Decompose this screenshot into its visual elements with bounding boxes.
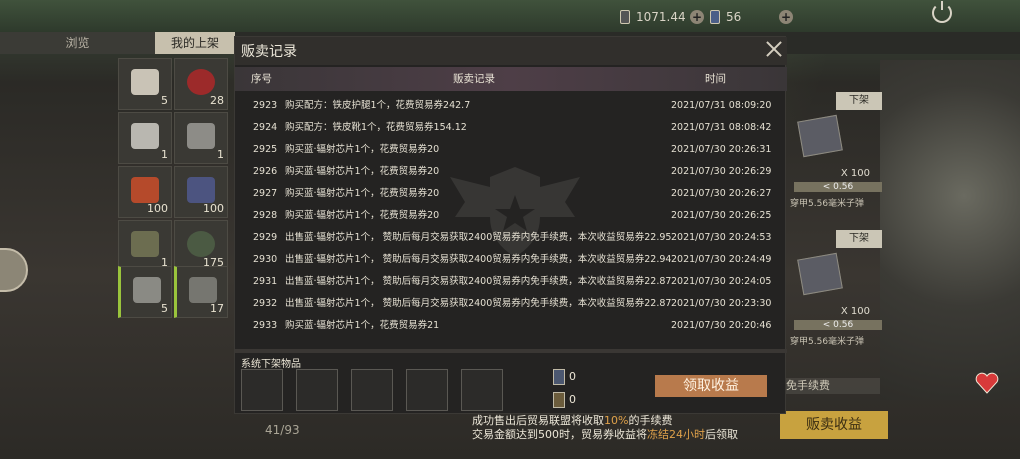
header-time: 时间 — [705, 73, 726, 85]
item-count: 100 — [147, 202, 168, 215]
item-icon — [187, 231, 215, 257]
inventory-slot[interactable]: 100 — [174, 166, 228, 218]
table-row: 2924 购买配方：铁皮靴1个，花费贸易券154.12 2021/07/31 08:… — [253, 122, 772, 133]
table-row: 2925 购买蓝·辐射芯片1个，花费贸易券20 2021/07/30 20:26:3… — [253, 144, 772, 155]
item-count: 1 — [161, 148, 168, 161]
item-icon — [131, 231, 159, 257]
tab-my-listings[interactable]: 我的上架 — [155, 32, 235, 54]
item-icon — [131, 177, 159, 203]
item-icon — [131, 69, 159, 95]
ticket-a-value: 0 — [569, 370, 576, 383]
inventory-slot[interactable]: 28 — [174, 58, 228, 110]
ticket-b-value: 0 — [569, 393, 576, 406]
item-icon — [133, 277, 161, 303]
inventory-page-count: 41/93 — [265, 423, 300, 437]
close-icon[interactable] — [765, 40, 783, 58]
table-row: 2926 购买蓝·辐射芯片1个，花费贸易券20 2021/07/30 20:26:2… — [253, 166, 772, 177]
sell-revenue-button[interactable]: 贩卖收益 — [780, 411, 888, 439]
table-row: 2933 购买蓝·辐射芯片1个，花费贸易券21 2021/07/30 20:20:4… — [253, 320, 772, 331]
delisted-item-slot[interactable] — [461, 369, 503, 411]
table-row: 2928 购买蓝·辐射芯片1个，花费贸易券20 2021/07/30 20:26:2… — [253, 210, 772, 221]
dialog-header: 贩卖记录 — [235, 37, 787, 65]
card-ticket-icon — [553, 369, 565, 385]
listing-name: 穿甲5.56毫米子弹 — [790, 337, 865, 347]
inventory-slot[interactable]: 1 — [118, 112, 172, 164]
inventory-slot[interactable]: 1 — [174, 112, 228, 164]
power-icon[interactable] — [932, 1, 952, 23]
inventory-slot[interactable]: 5 — [118, 58, 172, 110]
currency-a: 1071.44 — [620, 8, 686, 26]
header-seq: 序号 — [251, 73, 272, 85]
item-icon — [187, 69, 215, 95]
ammo-icon — [797, 252, 843, 296]
delisted-item-slot[interactable] — [351, 369, 393, 411]
table-row: 2923 购买配方：铁皮护腿1个，花费贸易券242.7 2021/07/31 08:… — [253, 100, 772, 111]
item-icon — [187, 177, 215, 203]
inventory-slot[interactable]: 1 — [118, 220, 172, 272]
table-row: 2932 出售蓝·辐射芯片1个， 赞助后每月交易获取2400贸易券内免手续费，本次… — [253, 298, 772, 309]
trade-coupon-icon — [620, 10, 630, 24]
system-delisted-title: 系统下架物品 — [241, 359, 301, 370]
currency-b-value: 56 — [726, 10, 742, 24]
inventory-slot[interactable]: 100 — [118, 166, 172, 218]
divider — [235, 349, 787, 353]
ammo-icon — [797, 114, 843, 158]
top-hud: 1071.44 + 56 + — [0, 0, 1020, 32]
item-count: 100 — [203, 202, 224, 215]
collect-revenue-button[interactable]: 领取收益 — [655, 375, 767, 397]
delist-button[interactable]: 下架 — [836, 230, 882, 248]
delisted-item-slot[interactable] — [241, 369, 283, 411]
delisted-item-slot[interactable] — [296, 369, 338, 411]
listing-price: < 0.56 — [794, 320, 882, 330]
fee-tip-line2: 交易金额达到500时，贸易券收益将冻结24小时后领取 — [472, 428, 738, 441]
header-record: 贩卖记录 — [453, 73, 495, 85]
dialog-title: 贩卖记录 — [241, 44, 297, 60]
fee-tip-line1: 成功售出后贸易联盟将收取10%的手续费 — [472, 414, 673, 427]
table-row: 2927 购买蓝·辐射芯片1个，花费贸易券20 2021/07/30 20:26:2… — [253, 188, 772, 199]
inventory-slot[interactable]: 5 — [118, 266, 172, 318]
delisted-item-slot[interactable] — [406, 369, 448, 411]
inventory-slot[interactable]: 175 — [174, 220, 228, 272]
item-icon — [189, 277, 217, 303]
add-currency-a-button[interactable]: + — [690, 10, 704, 24]
record-list: 2923 购买配方：铁皮护腿1个，花费贸易券242.7 2021/07/31 08:… — [235, 95, 787, 343]
item-count: 5 — [161, 302, 168, 315]
table-row: 2929 出售蓝·辐射芯片1个， 赞助后每月交易获取2400贸易券内免手续费，本次… — [253, 232, 772, 243]
scenery-decoration — [880, 60, 1020, 400]
item-count: 1 — [217, 148, 224, 161]
delist-button[interactable]: 下架 — [836, 92, 882, 110]
item-count: 28 — [210, 94, 224, 107]
table-row: 2930 出售蓝·辐射芯片1个， 赞助后每月交易获取2400贸易券内免手续费，本次… — [253, 254, 772, 265]
item-count: 17 — [210, 302, 224, 315]
listing-qty: X 100 — [840, 168, 870, 179]
fee-tip: 成功售出后贸易联盟将收取10%的手续费 交易金额达到500时，贸易券收益将冻结2… — [472, 414, 738, 442]
listing-price: < 0.56 — [794, 182, 882, 192]
card-icon — [710, 10, 720, 24]
currency-a-value: 1071.44 — [636, 10, 686, 24]
sales-record-dialog: 贩卖记录 序号 贩卖记录 时间 2923 购买配方：铁皮护腿1个，花费贸易券242… — [234, 36, 787, 414]
table-header: 序号 贩卖记录 时间 — [235, 67, 787, 91]
heart-icon[interactable] — [975, 372, 999, 394]
listing-card: 下架 X 100 < 0.56 穿甲5.56毫米子弹 — [790, 92, 882, 222]
tab-browse[interactable]: 浏览 — [0, 32, 155, 54]
listing-name: 穿甲5.56毫米子弹 — [790, 199, 865, 209]
currency-b: 56 — [710, 8, 741, 26]
inventory-slot[interactable]: 17 — [174, 266, 228, 318]
add-currency-b-button[interactable]: + — [779, 10, 793, 24]
item-icon — [131, 123, 159, 149]
trade-coupon-icon — [553, 392, 565, 408]
item-count: 5 — [161, 94, 168, 107]
inventory-grid: 5 28 1 1 100 100 1 175 5 17 — [118, 58, 236, 318]
item-icon — [187, 123, 215, 149]
table-row: 2931 出售蓝·辐射芯片1个， 赞助后每月交易获取2400贸易券内免手续费，本次… — [253, 276, 772, 287]
listing-card: 下架 X 100 < 0.56 穿甲5.56毫米子弹 — [790, 230, 882, 360]
listing-qty: X 100 — [840, 306, 870, 317]
